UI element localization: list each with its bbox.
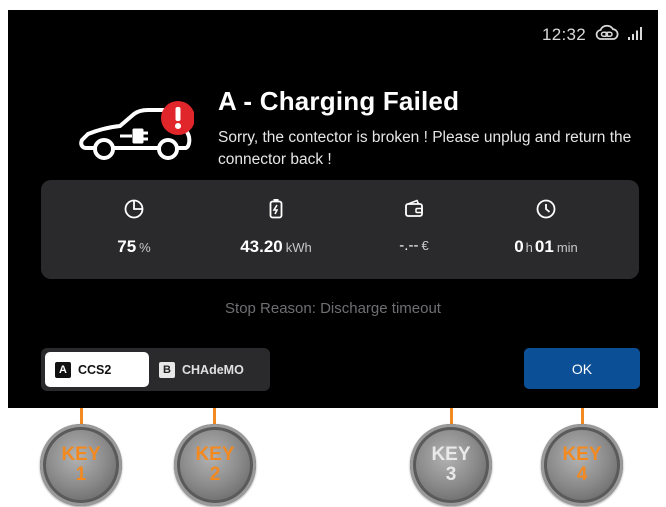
key-2-word: KEY (195, 444, 235, 465)
key-1-number: 1 (75, 464, 87, 485)
pie-chart-icon (123, 198, 145, 225)
connector-label-a: CCS2 (78, 362, 112, 377)
duration-hours-unit: h (525, 240, 533, 255)
connector-letter-b: B (159, 361, 175, 378)
stat-energy: 43.20 kWh (201, 198, 351, 257)
car-charging-error-icon (76, 96, 195, 176)
connector-tab-b[interactable]: B CHAdeMO (151, 352, 266, 387)
stat-cost: -.-- € (339, 198, 489, 255)
connector-label-b: CHAdeMO (182, 362, 244, 377)
key-2-number: 2 (209, 464, 221, 485)
page-title: A - Charging Failed (218, 86, 460, 116)
status-time: 12:32 (541, 25, 586, 44)
clock-icon (535, 198, 557, 225)
stat-soc: 75% (59, 198, 209, 257)
session-stats-panel: 75% 43.20 kWh -.-- € 0 h 01 min (41, 180, 639, 279)
key-4-number: 4 (576, 464, 588, 485)
duration-hours: 0 (514, 237, 524, 256)
duration-minutes-unit: min (556, 240, 578, 255)
error-message: Sorry, the contector is broken ! Please … (218, 129, 632, 168)
hardware-key-1[interactable]: KEY 1 (40, 424, 122, 506)
connector-tab-a[interactable]: A CCS2 (45, 352, 149, 387)
key-3-number: 3 (445, 464, 457, 485)
hardware-key-4[interactable]: KEY 4 (541, 424, 623, 506)
connector-switch: A CCS2 B CHAdeMO (41, 348, 270, 391)
energy-unit: kWh (285, 240, 312, 255)
cost-value: -.-- (399, 237, 419, 254)
key-4-word: KEY (562, 444, 602, 465)
stop-reason: Stop Reason: Discharge timeout (225, 300, 441, 317)
cloud-link-icon (594, 24, 620, 47)
key-1-word: KEY (61, 444, 101, 465)
signal-strength-icon (628, 25, 644, 45)
cost-unit: € (421, 238, 429, 253)
energy-value: 43.20 (240, 237, 283, 256)
battery-charge-icon (265, 198, 287, 225)
soc-unit: % (139, 240, 151, 255)
key-3-word: KEY (431, 444, 471, 465)
wallet-icon (403, 198, 425, 225)
connector-letter-a: A (55, 361, 71, 378)
charger-screen: 12:32 A - Charging Failed Sorry, the con… (8, 10, 658, 408)
duration-minutes: 01 (534, 237, 554, 256)
hardware-key-3[interactable]: KEY 3 (410, 424, 492, 506)
hardware-key-2[interactable]: KEY 2 (174, 424, 256, 506)
stat-duration: 0 h 01 min (471, 198, 621, 257)
soc-value: 75 (117, 237, 137, 256)
status-bar: 12:32 (542, 24, 644, 46)
ok-button[interactable]: OK (524, 348, 640, 389)
